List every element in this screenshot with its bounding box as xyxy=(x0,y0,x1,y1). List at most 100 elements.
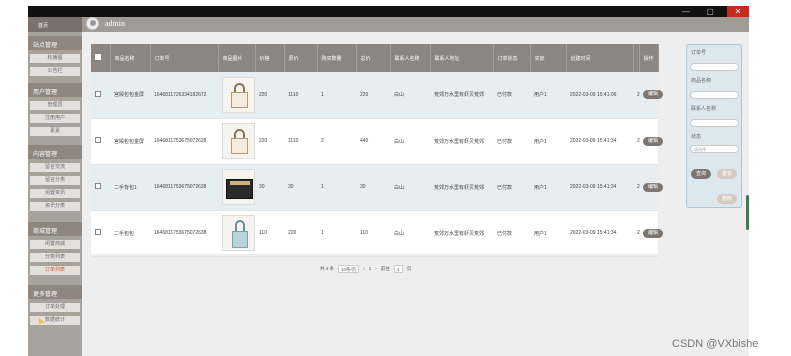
header-created-time: 创建时间 xyxy=(566,44,634,72)
edit-button[interactable]: 编辑 xyxy=(643,90,663,100)
row-checkbox[interactable] xyxy=(95,183,101,189)
username-label: admin xyxy=(105,19,125,28)
cell-total: 220 xyxy=(356,72,390,119)
goto-unit: 页 xyxy=(406,265,412,271)
sidebar-item-other[interactable]: 素素 xyxy=(30,127,80,136)
sidebar-item-order-list[interactable]: 订单列表 xyxy=(30,266,80,275)
sidebar-item-category-list[interactable]: 分类列表 xyxy=(30,253,80,262)
cell-created-time: 2022-03-09 15:41:06 xyxy=(566,72,633,119)
contact-name-label: 联系人名称 xyxy=(691,106,717,112)
header-order-no: 订单号 xyxy=(150,44,219,72)
current-page[interactable]: 1 xyxy=(369,266,372,271)
order-no-label: 订单号 xyxy=(691,50,707,56)
cell-created-time: 2022-03-09 15:41:34 xyxy=(566,118,633,165)
pagination-total: 共 4 条 xyxy=(320,265,335,271)
header-total[interactable]: 总价 xyxy=(356,44,391,72)
order-no-input[interactable] xyxy=(690,63,739,71)
header-price[interactable]: 价格 xyxy=(255,44,285,72)
cell-order-no: 1646811753675072638 xyxy=(150,164,218,211)
table-row: 宫殿包包金屏 1646811726334182672 220 1110 1 22… xyxy=(91,72,663,119)
sidebar-item-statistics[interactable]: 数据统计 xyxy=(30,316,80,325)
product-thumbnail[interactable] xyxy=(222,169,255,205)
cell-order-status: 已付款 xyxy=(493,164,530,211)
status-select[interactable]: 请选择 xyxy=(690,145,739,153)
section-more[interactable]: 更多管理 xyxy=(28,285,82,299)
row-checkbox[interactable] xyxy=(95,137,101,143)
cell-contact-name: 白山 xyxy=(390,210,430,257)
product-name-input[interactable] xyxy=(690,91,739,99)
section-content[interactable]: 内容管理 xyxy=(28,145,82,159)
section-shop[interactable]: 商城管理 xyxy=(28,222,82,236)
cell-order-no: 1646811726334182672 xyxy=(150,72,218,119)
product-thumbnail[interactable] xyxy=(222,123,255,159)
sidebar-item-notice[interactable]: 公告栏 xyxy=(30,67,80,76)
sidebar-item-order-process[interactable]: 订单处理 xyxy=(30,303,80,312)
prev-page-button[interactable]: ‹ xyxy=(363,266,365,271)
cell-contact-address: 荒郊万水里有虾贝荒郊 xyxy=(430,210,493,257)
cell-order-status: 已付款 xyxy=(493,72,530,119)
cell-buyer: 用户1 xyxy=(530,118,566,165)
cell-contact-name: 白山 xyxy=(390,72,430,119)
cell-price: 220 xyxy=(255,118,284,165)
edit-button[interactable]: 编辑 xyxy=(643,228,663,238)
section-site[interactable]: 站点管理 xyxy=(28,36,82,50)
header-select-all[interactable] xyxy=(91,44,111,72)
select-all-checkbox[interactable] xyxy=(95,54,101,60)
cell-price: 110 xyxy=(255,210,284,257)
header-buyer[interactable]: 买家 xyxy=(530,44,567,72)
minimize-button[interactable]: — xyxy=(675,6,697,17)
header-original-price[interactable]: 原价 xyxy=(284,44,318,72)
page-size-select[interactable]: 10条/页 xyxy=(338,264,360,273)
cell-order-no: 1646811753675072638 xyxy=(150,210,218,257)
cell-created-time: 2022-03-09 15:41:34 xyxy=(566,164,633,211)
edit-button[interactable]: 编辑 xyxy=(643,182,663,192)
cell-original-price: 30 xyxy=(284,164,317,211)
header-order-status: 订单状态 xyxy=(493,44,531,72)
cell-price: 220 xyxy=(255,72,284,119)
sidebar-item-news-category[interactable]: 资讯分类 xyxy=(30,202,80,211)
sidebar-item-registered[interactable]: 注册用户 xyxy=(30,114,80,123)
header-contact-name: 联系人名称 xyxy=(390,44,431,72)
product-thumbnail[interactable] xyxy=(222,215,255,251)
sidebar-item-carousel[interactable]: 轮播图 xyxy=(30,54,80,63)
delete-button[interactable]: 删除 xyxy=(717,194,737,204)
filter-panel: 订单号 商品名称 联系人名称 状态 请选择 查询 重置 删除 xyxy=(686,44,742,208)
sidebar-item-admin[interactable]: 管理员 xyxy=(30,101,80,110)
cell-product-name: 二手包包 xyxy=(110,210,150,257)
table-header-row: 商品名称 订单号 商品图片 价格 原价 购买数量 总价 联系人名称 联系人地址 … xyxy=(91,44,659,72)
search-button[interactable]: 查询 xyxy=(691,169,711,179)
row-checkbox[interactable] xyxy=(95,229,101,235)
header-contact-address: 联系人地址 xyxy=(430,44,494,72)
header-product-name: 商品名称 xyxy=(110,44,151,72)
cell-product-name: 宫殿包包金屏 xyxy=(110,72,150,119)
goto-label: 前往 xyxy=(380,265,390,271)
header-quantity[interactable]: 购买数量 xyxy=(317,44,357,72)
window-titlebar xyxy=(28,6,749,17)
sidebar-home[interactable]: 首页 xyxy=(28,17,82,32)
reset-button[interactable]: 重置 xyxy=(717,169,737,179)
cell-original-price: 1110 xyxy=(284,72,317,119)
cell-contact-address: 荒郊万水里有虾贝荒郊 xyxy=(430,72,493,119)
scrollbar-thumb[interactable] xyxy=(746,195,749,230)
section-users[interactable]: 用户管理 xyxy=(28,83,82,97)
sidebar-item-shop[interactable]: 闲置商城 xyxy=(30,240,80,249)
cell-contact-address: 荒郊万水里有虾贝荒郊 xyxy=(430,118,493,165)
sidebar-item-message-category[interactable]: 留言分类 xyxy=(30,176,80,185)
product-thumbnail[interactable] xyxy=(222,76,255,113)
table-row: 二手包包 1646811753675072638 110 220 1 110 白… xyxy=(91,210,663,257)
edit-button[interactable]: 编辑 xyxy=(643,136,663,146)
row-checkbox[interactable] xyxy=(95,90,101,97)
maximize-button[interactable]: ▢ xyxy=(699,6,721,17)
goto-page-input[interactable]: 1 xyxy=(393,264,403,273)
cell-total: 30 xyxy=(356,164,390,211)
cell-order-status: 已付款 xyxy=(493,210,530,257)
sidebar-item-news[interactable]: 闲置资讯 xyxy=(30,189,80,198)
contact-name-input[interactable] xyxy=(690,119,739,127)
next-page-button[interactable]: › xyxy=(375,266,377,271)
cell-quantity: 2 xyxy=(317,118,356,165)
avatar[interactable] xyxy=(86,17,99,30)
cell-buyer: 用户1 xyxy=(530,164,566,211)
close-button[interactable]: ✕ xyxy=(727,6,749,17)
cell-original-price: 220 xyxy=(284,210,317,257)
sidebar-item-messages[interactable]: 留言交流 xyxy=(30,163,80,172)
